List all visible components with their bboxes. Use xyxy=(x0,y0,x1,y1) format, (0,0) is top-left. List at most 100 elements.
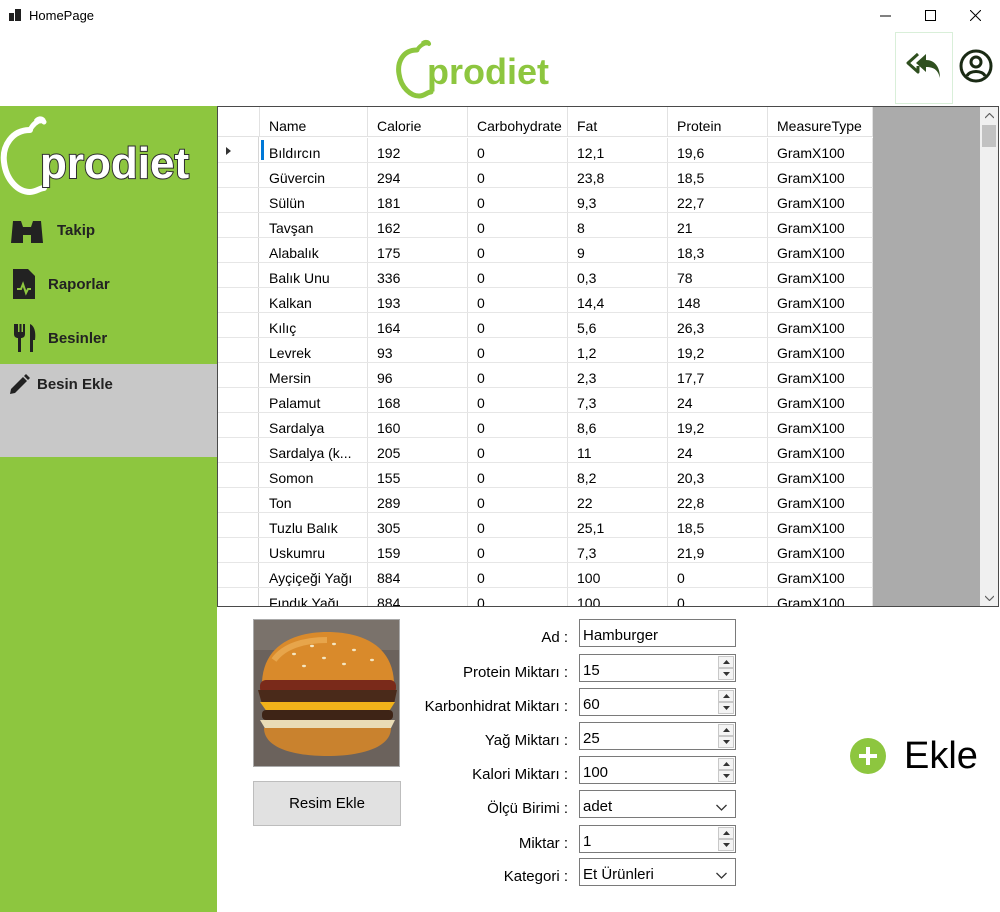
table-row[interactable]: Güvercin 294 0 23,8 18,5 GramX100 xyxy=(218,163,873,188)
row-header[interactable] xyxy=(218,413,259,437)
cell-carbohydrate[interactable]: 0 xyxy=(468,513,568,537)
kalori-stepper[interactable]: 100 xyxy=(579,756,736,784)
cell-fat[interactable]: 100 xyxy=(568,588,668,606)
cell-protein[interactable]: 18,5 xyxy=(668,513,768,537)
add-image-button[interactable]: Resim Ekle xyxy=(253,781,401,826)
scroll-down-icon[interactable] xyxy=(980,589,998,606)
cell-fat[interactable]: 0,3 xyxy=(568,263,668,287)
cell-calorie[interactable]: 193 xyxy=(368,288,468,312)
cell-measuretype[interactable]: GramX100 xyxy=(768,263,873,287)
cell-calorie[interactable]: 168 xyxy=(368,388,468,412)
row-header[interactable] xyxy=(218,588,259,606)
miktar-stepper[interactable]: 1 xyxy=(579,825,736,853)
cell-protein[interactable]: 17,7 xyxy=(668,363,768,387)
cell-calorie[interactable]: 96 xyxy=(368,363,468,387)
protein-stepper[interactable]: 15 xyxy=(579,654,736,682)
cell-fat[interactable]: 100 xyxy=(568,563,668,587)
cell-measuretype[interactable]: GramX100 xyxy=(768,163,873,187)
sidebar-item-besinler[interactable]: Besinler xyxy=(0,312,217,364)
cell-calorie[interactable]: 160 xyxy=(368,413,468,437)
cell-calorie[interactable]: 192 xyxy=(368,138,468,162)
spin-up-icon[interactable] xyxy=(718,690,734,702)
column-header-protein[interactable]: Protein xyxy=(668,107,768,136)
table-row[interactable]: Sardalya 160 0 8,6 19,2 GramX100 xyxy=(218,413,873,438)
cell-protein[interactable]: 0 xyxy=(668,563,768,587)
column-header-calorie[interactable]: Calorie xyxy=(368,107,468,136)
row-header[interactable] xyxy=(218,238,259,262)
column-header-carbohydrate[interactable]: Carbohydrate xyxy=(468,107,568,136)
cell-carbohydrate[interactable]: 0 xyxy=(468,138,568,162)
cell-measuretype[interactable]: GramX100 xyxy=(768,363,873,387)
table-row[interactable]: Sülün 181 0 9,3 22,7 GramX100 xyxy=(218,188,873,213)
cell-protein[interactable]: 19,6 xyxy=(668,138,768,162)
cell-name[interactable]: Levrek xyxy=(260,338,368,362)
cell-measuretype[interactable]: GramX100 xyxy=(768,388,873,412)
cell-measuretype[interactable]: GramX100 xyxy=(768,488,873,512)
cell-protein[interactable]: 19,2 xyxy=(668,338,768,362)
cell-fat[interactable]: 11 xyxy=(568,438,668,462)
spin-up-icon[interactable] xyxy=(718,656,734,668)
karbonhidrat-stepper[interactable]: 60 xyxy=(579,688,736,716)
cell-protein[interactable]: 24 xyxy=(668,388,768,412)
cell-measuretype[interactable]: GramX100 xyxy=(768,563,873,587)
row-header[interactable] xyxy=(218,563,259,587)
cell-name[interactable]: Sardalya xyxy=(260,413,368,437)
ad-field[interactable]: Hamburger xyxy=(579,619,736,647)
close-button[interactable] xyxy=(952,0,998,30)
sidebar-item-takip[interactable]: Takip xyxy=(0,204,217,256)
cell-carbohydrate[interactable]: 0 xyxy=(468,238,568,262)
kategori-select[interactable]: Et Ürünleri xyxy=(579,858,736,886)
cell-carbohydrate[interactable]: 0 xyxy=(468,588,568,606)
cell-carbohydrate[interactable]: 0 xyxy=(468,263,568,287)
sidebar-item-besin-ekle[interactable]: Besin Ekle xyxy=(0,364,217,457)
cell-calorie[interactable]: 305 xyxy=(368,513,468,537)
add-food-button[interactable]: Ekle xyxy=(850,730,990,782)
cell-name[interactable]: Ayçiçeği Yağı xyxy=(260,563,368,587)
cell-fat[interactable]: 2,3 xyxy=(568,363,668,387)
spin-down-icon[interactable] xyxy=(718,770,734,782)
cell-name[interactable]: Tuzlu Balık xyxy=(260,513,368,537)
cell-protein[interactable]: 21 xyxy=(668,213,768,237)
cell-fat[interactable]: 5,6 xyxy=(568,313,668,337)
cell-measuretype[interactable]: GramX100 xyxy=(768,238,873,262)
cell-calorie[interactable]: 93 xyxy=(368,338,468,362)
table-row[interactable]: Balık Unu 336 0 0,3 78 GramX100 xyxy=(218,263,873,288)
cell-name[interactable]: Fındık Yağı xyxy=(260,588,368,606)
row-header[interactable] xyxy=(218,513,259,537)
cell-carbohydrate[interactable]: 0 xyxy=(468,213,568,237)
cell-fat[interactable]: 23,8 xyxy=(568,163,668,187)
cell-measuretype[interactable]: GramX100 xyxy=(768,513,873,537)
row-header[interactable] xyxy=(218,213,259,237)
cell-protein[interactable]: 0 xyxy=(668,588,768,606)
cell-protein[interactable]: 24 xyxy=(668,438,768,462)
cell-protein[interactable]: 20,3 xyxy=(668,463,768,487)
cell-calorie[interactable]: 164 xyxy=(368,313,468,337)
cell-carbohydrate[interactable]: 0 xyxy=(468,188,568,212)
cell-protein[interactable]: 21,9 xyxy=(668,538,768,562)
cell-fat[interactable]: 8 xyxy=(568,213,668,237)
cell-name[interactable]: Kalkan xyxy=(260,288,368,312)
row-header[interactable] xyxy=(218,438,259,462)
cell-calorie[interactable]: 884 xyxy=(368,588,468,606)
maximize-button[interactable] xyxy=(907,0,953,30)
cell-protein[interactable]: 78 xyxy=(668,263,768,287)
row-header[interactable] xyxy=(218,463,259,487)
row-header[interactable] xyxy=(218,313,259,337)
cell-protein[interactable]: 22,8 xyxy=(668,488,768,512)
row-header[interactable] xyxy=(218,338,259,362)
scroll-thumb[interactable] xyxy=(982,125,996,147)
cell-carbohydrate[interactable]: 0 xyxy=(468,338,568,362)
cell-calorie[interactable]: 162 xyxy=(368,213,468,237)
spin-down-icon[interactable] xyxy=(718,668,734,680)
row-header[interactable] xyxy=(218,188,259,212)
spin-down-icon[interactable] xyxy=(718,839,734,851)
cell-fat[interactable]: 1,2 xyxy=(568,338,668,362)
cell-measuretype[interactable]: GramX100 xyxy=(768,288,873,312)
cell-name[interactable]: Güvercin xyxy=(260,163,368,187)
table-row[interactable]: Kılıç 164 0 5,6 26,3 GramX100 xyxy=(218,313,873,338)
cell-carbohydrate[interactable]: 0 xyxy=(468,313,568,337)
table-row[interactable]: Fındık Yağı 884 0 100 0 GramX100 xyxy=(218,588,873,606)
cell-fat[interactable]: 8,2 xyxy=(568,463,668,487)
cell-name[interactable]: Palamut xyxy=(260,388,368,412)
profile-button[interactable] xyxy=(953,32,999,104)
